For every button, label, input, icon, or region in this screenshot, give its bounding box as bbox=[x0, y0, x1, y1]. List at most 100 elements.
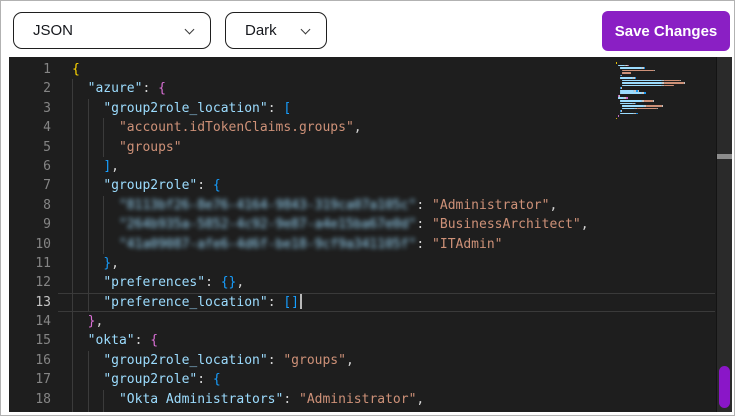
minimap-token bbox=[620, 103, 633, 105]
code-line[interactable]: 10"41a09087-afe6-4d6f-be18-9cf9a341105f"… bbox=[9, 235, 715, 254]
code-token: : bbox=[197, 178, 213, 193]
minimap-token bbox=[657, 108, 658, 110]
minimap-token bbox=[635, 103, 636, 105]
minimap-line bbox=[616, 108, 708, 110]
indent-guide bbox=[88, 215, 104, 234]
code-token: : bbox=[268, 353, 284, 368]
minimap-token bbox=[622, 70, 654, 72]
line-number: 15 bbox=[9, 331, 58, 350]
code-line[interactable]: 8"8113bf26-8e76-4164-9843-319ca07a105c":… bbox=[9, 196, 715, 215]
code-line[interactable]: 18"Okta Administrators": "Administrator"… bbox=[9, 390, 715, 409]
code-line[interactable]: 13"preference_location": [] bbox=[9, 293, 715, 312]
code-line[interactable]: 5"groups" bbox=[9, 138, 715, 157]
editor-scrollbar-thumb[interactable] bbox=[717, 154, 732, 159]
minimap-token bbox=[636, 113, 638, 115]
code-token: "group2role_location" bbox=[103, 101, 267, 116]
minimap-token bbox=[622, 108, 635, 110]
code-line[interactable]: 9"264b935a-5852-4c92-9e87-a4e15ba67e0d":… bbox=[9, 215, 715, 234]
minimap[interactable] bbox=[616, 62, 708, 120]
code-line[interactable]: 19"Okta Users": "BusinessArchitect", bbox=[9, 409, 715, 412]
code-line[interactable]: 7"group2role": { bbox=[9, 176, 715, 195]
indent-guide bbox=[72, 99, 88, 118]
code-token: "group2role" bbox=[103, 178, 197, 193]
indent-guide bbox=[88, 351, 104, 370]
code-line-content: "41a09087-afe6-4d6f-be18-9cf9a341105f": … bbox=[58, 235, 715, 254]
code-line-content: "group2role": { bbox=[58, 176, 715, 195]
minimap-token bbox=[622, 85, 662, 87]
minimap-line bbox=[616, 80, 708, 82]
line-number: 19 bbox=[9, 409, 58, 412]
code-token: : bbox=[268, 101, 284, 116]
indent-guide bbox=[72, 409, 88, 412]
indent-guide bbox=[72, 157, 88, 176]
code-token: , bbox=[236, 275, 244, 290]
minimap-token bbox=[662, 105, 663, 107]
code-token: : bbox=[197, 372, 213, 387]
minimap-token bbox=[620, 113, 634, 115]
code-line-content: "preference_location": [] bbox=[58, 293, 715, 312]
editor-widget: JSON Dark Save Changes 1{2"azure": {3"gr… bbox=[0, 0, 735, 416]
theme-select[interactable]: Dark bbox=[225, 12, 327, 49]
minimap-line bbox=[616, 82, 708, 84]
minimap-line bbox=[616, 65, 708, 67]
code-line[interactable]: 6], bbox=[9, 157, 715, 176]
minimap-line bbox=[616, 62, 708, 64]
code-line[interactable]: 15"okta": { bbox=[9, 331, 715, 350]
indent-guide bbox=[88, 254, 104, 273]
indent-guide bbox=[72, 118, 88, 137]
page-scrollbar-thumb[interactable] bbox=[719, 366, 730, 408]
code-token: [ bbox=[283, 101, 291, 116]
minimap-line bbox=[616, 97, 708, 99]
line-number: 14 bbox=[9, 312, 58, 331]
code-editor[interactable]: 1{2"azure": {3"group2role_location": [4"… bbox=[9, 57, 732, 412]
minimap-token bbox=[616, 118, 617, 120]
code-token: "Administrator" bbox=[432, 198, 549, 213]
minimap-token bbox=[616, 62, 617, 64]
code-token: { bbox=[72, 62, 80, 77]
line-number: 6 bbox=[9, 157, 58, 176]
code-line[interactable]: 11}, bbox=[9, 254, 715, 273]
line-number: 7 bbox=[9, 176, 58, 195]
code-token: { bbox=[150, 333, 158, 348]
save-changes-button[interactable]: Save Changes bbox=[602, 11, 730, 51]
code-line[interactable]: 2"azure": { bbox=[9, 79, 715, 98]
minimap-token bbox=[622, 72, 630, 74]
indent-guide bbox=[72, 235, 88, 254]
code-token: "BusinessArchitect" bbox=[432, 217, 581, 232]
code-line[interactable]: 4"account.idTokenClaims.groups", bbox=[9, 118, 715, 137]
code-line-content: "8113bf26-8e76-4164-9843-319ca07a105c": … bbox=[58, 196, 715, 215]
code-line[interactable]: 17"group2role": { bbox=[9, 370, 715, 389]
code-token: , bbox=[111, 256, 119, 271]
code-line[interactable]: 1{ bbox=[9, 60, 715, 79]
language-select[interactable]: JSON bbox=[13, 12, 211, 49]
indent-guide bbox=[72, 176, 88, 195]
indent-guide bbox=[72, 390, 88, 409]
line-number: 17 bbox=[9, 370, 58, 389]
code-token: , bbox=[354, 120, 362, 135]
minimap-line bbox=[616, 72, 708, 74]
indent-guide bbox=[103, 118, 119, 137]
code-token: { bbox=[158, 81, 166, 96]
minimap-token bbox=[628, 65, 629, 67]
code-line[interactable]: 16"group2role_location": "groups", bbox=[9, 351, 715, 370]
minimap-line bbox=[616, 110, 708, 112]
minimap-token bbox=[620, 92, 642, 94]
scrollbar-track[interactable] bbox=[716, 57, 732, 412]
code-token: "Okta Users" bbox=[119, 411, 213, 412]
indent-guide bbox=[72, 273, 88, 292]
code-token: "groups" bbox=[119, 140, 182, 155]
code-line-content: "group2role_location": "groups", bbox=[58, 351, 715, 370]
indent-guide bbox=[88, 157, 104, 176]
indent-guide bbox=[88, 293, 104, 312]
code-line-content: "Okta Administrators": "Administrator", bbox=[58, 390, 715, 409]
code-line[interactable]: 12"preferences": {}, bbox=[9, 273, 715, 292]
code-line[interactable]: 14}, bbox=[9, 312, 715, 331]
code-line[interactable]: 3"group2role_location": [ bbox=[9, 99, 715, 118]
minimap-token bbox=[619, 95, 620, 97]
line-number: 10 bbox=[9, 235, 58, 254]
minimap-token bbox=[644, 67, 645, 69]
indent-guide bbox=[103, 409, 119, 412]
indent-guide bbox=[103, 215, 119, 234]
minimap-line bbox=[616, 90, 708, 92]
minimap-line bbox=[616, 95, 708, 97]
